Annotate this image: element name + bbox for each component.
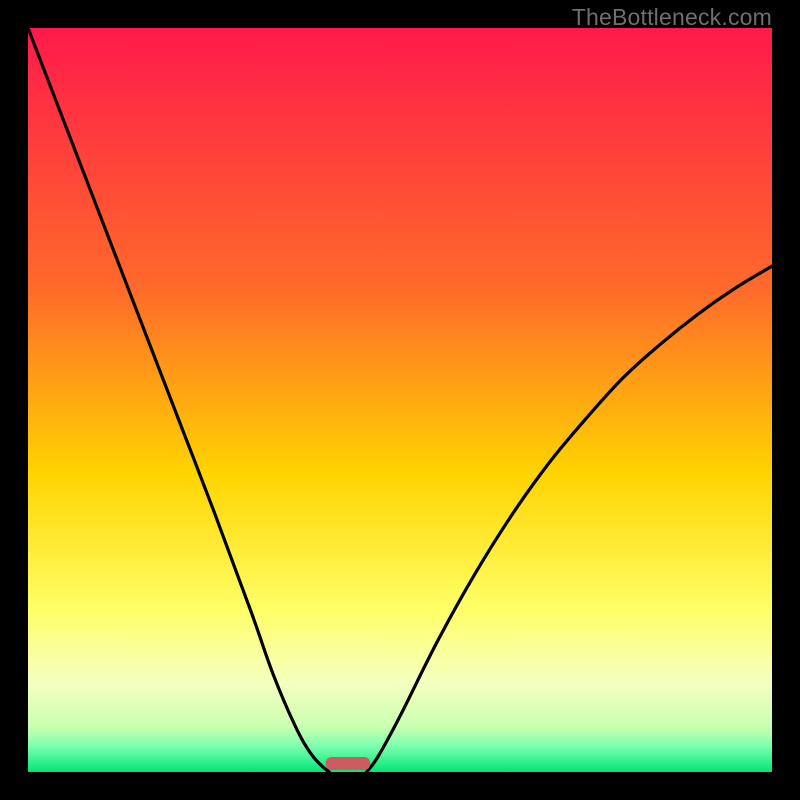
- plot-area: [28, 28, 772, 772]
- chart-svg: [28, 28, 772, 772]
- watermark-text: TheBottleneck.com: [572, 4, 772, 31]
- bottleneck-marker: [326, 757, 371, 770]
- chart-frame: TheBottleneck.com: [0, 0, 800, 800]
- gradient-background: [28, 28, 772, 772]
